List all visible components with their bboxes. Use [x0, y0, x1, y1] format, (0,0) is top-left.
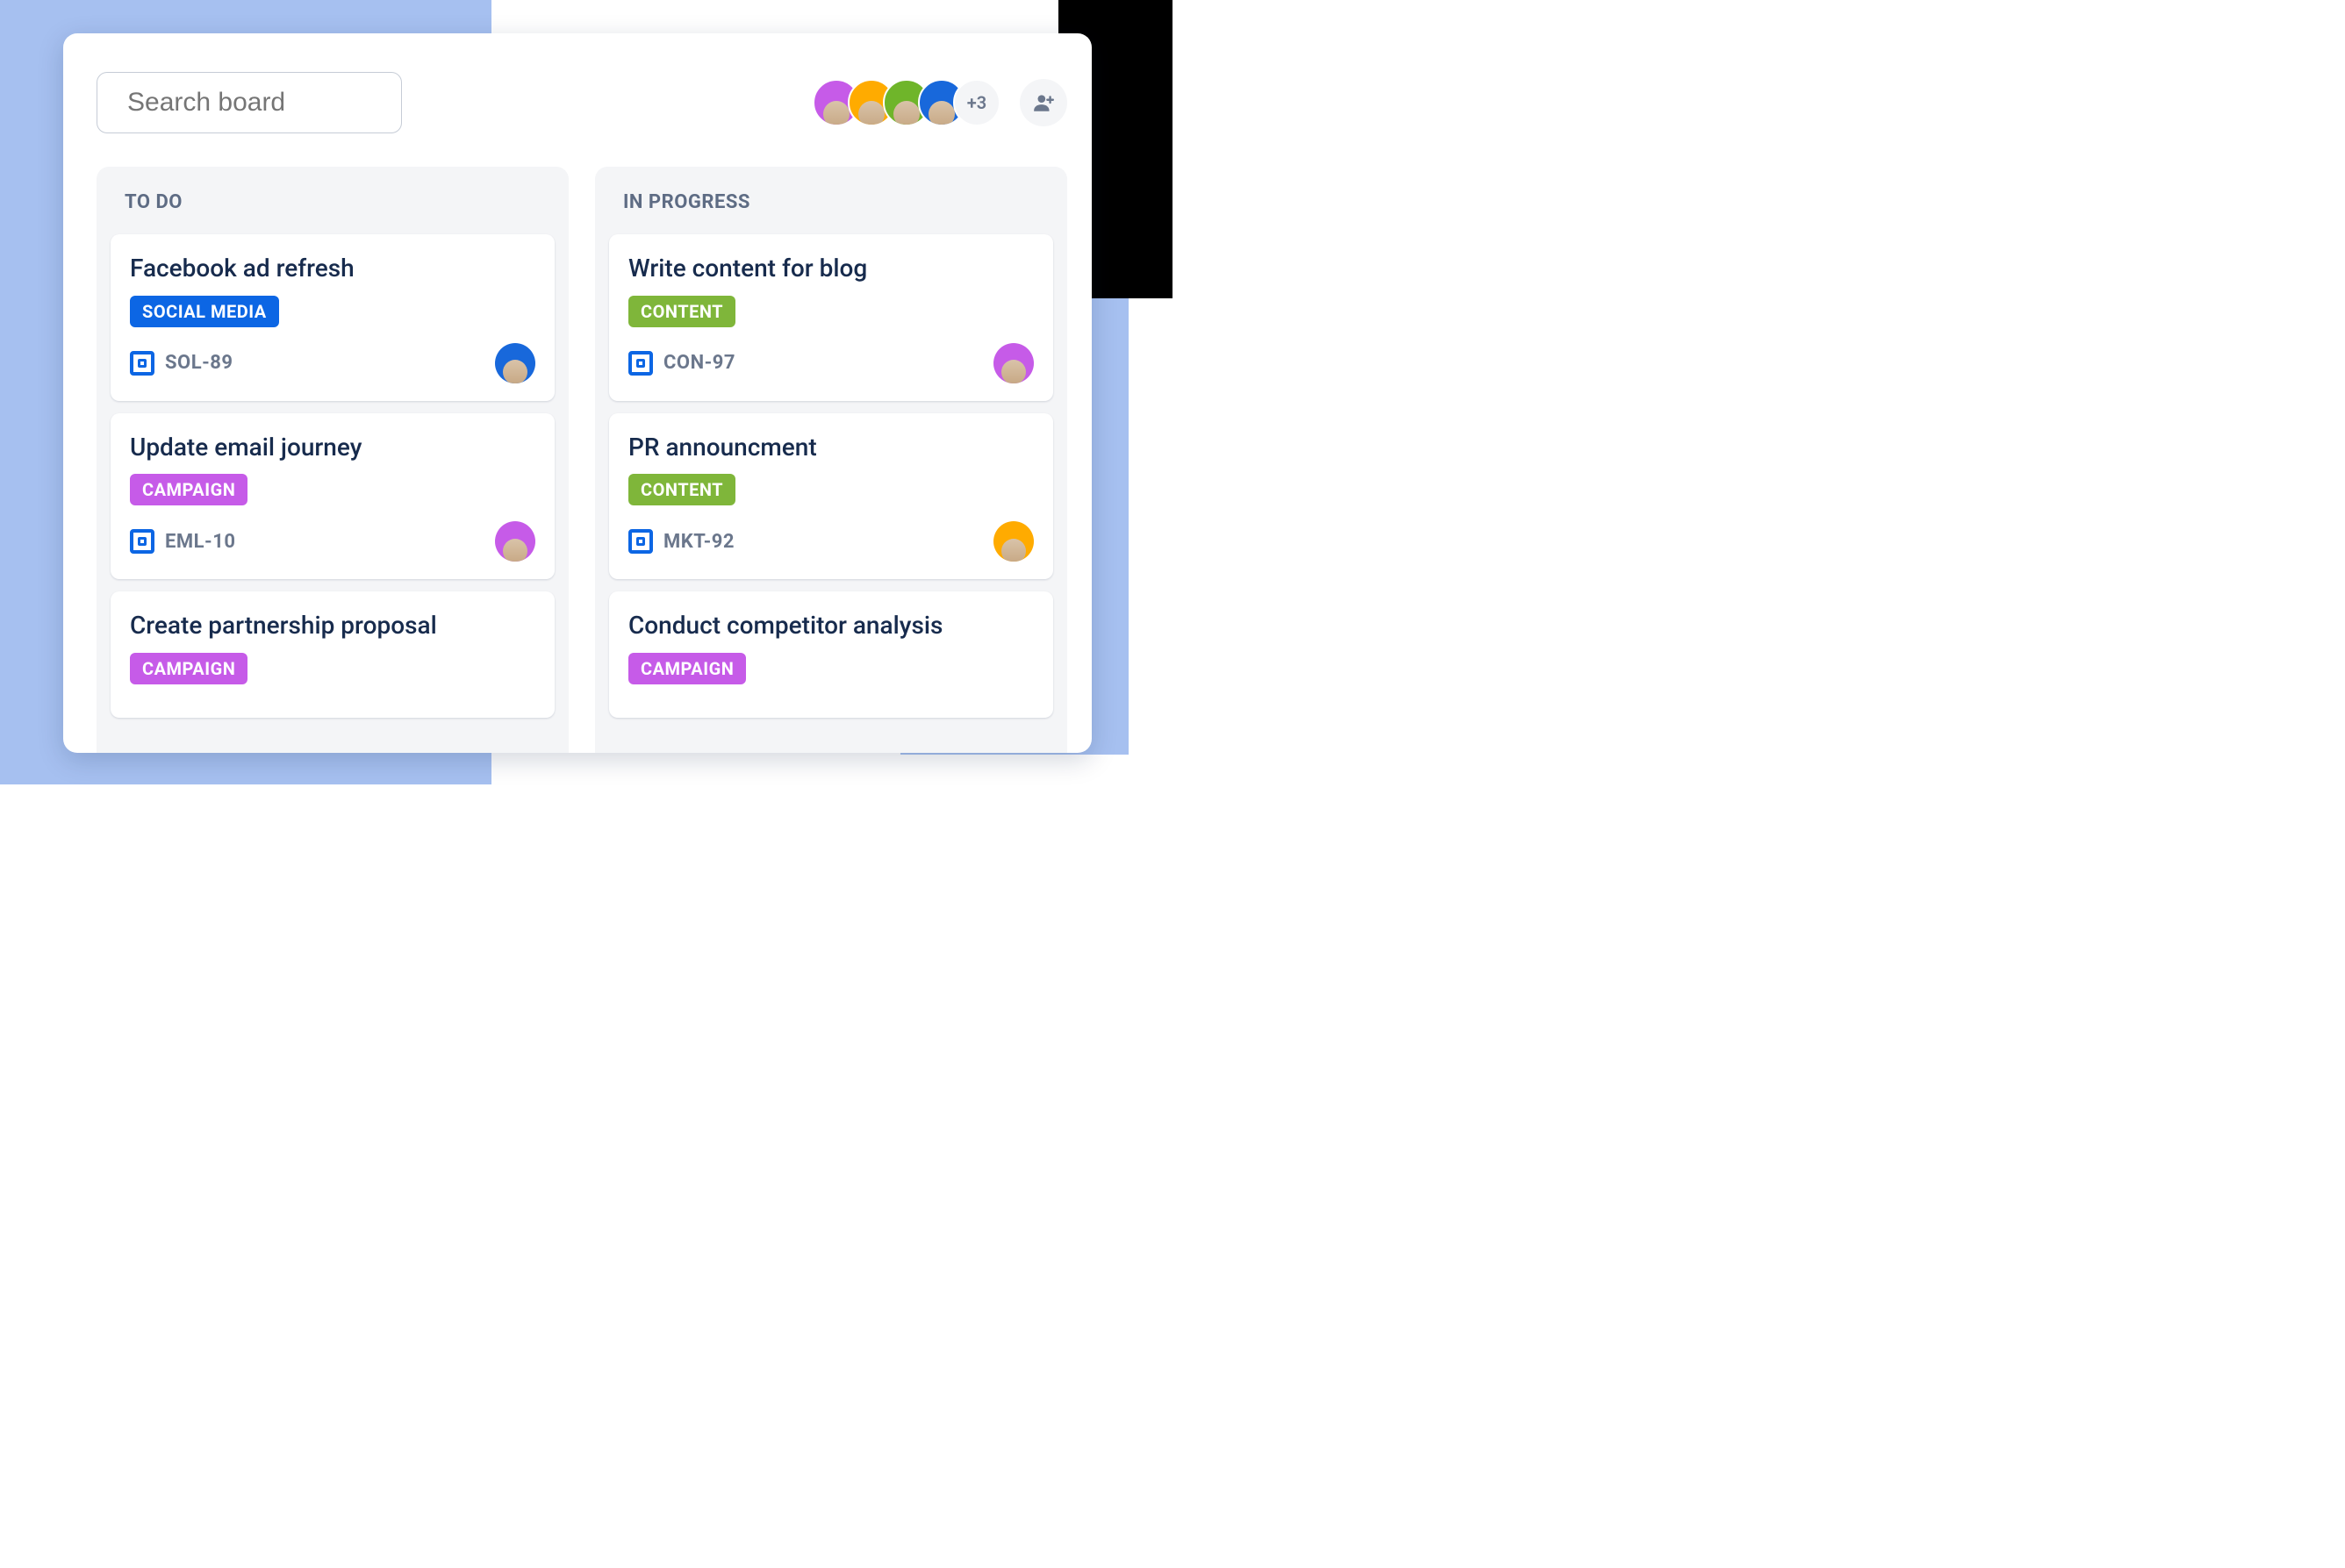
toolbar-right: +3 — [813, 79, 1067, 126]
add-user-button[interactable] — [1020, 79, 1067, 126]
add-user-icon — [1032, 91, 1055, 114]
board-column: IN PROGRESS Write content for blog CONTENT… — [595, 167, 1067, 753]
card-assignee-avatar[interactable] — [993, 343, 1034, 383]
card-title: PR announcment — [628, 433, 1034, 462]
card-title: Conduct competitor analysis — [628, 611, 1034, 641]
board-card[interactable]: Update email journey CAMPAIGN EML-10 — [111, 413, 555, 580]
card-assignee-avatar[interactable] — [993, 521, 1034, 562]
avatar-stack[interactable]: +3 — [813, 79, 1000, 126]
card-footer: CON-97 — [628, 343, 1034, 383]
column-title: TO DO — [111, 191, 555, 213]
card-id: SOL-89 — [165, 352, 233, 374]
task-type-icon — [628, 351, 653, 376]
card-title: Write content for blog — [628, 254, 1034, 283]
card-title: Facebook ad refresh — [130, 254, 535, 283]
card-id: MKT-92 — [663, 531, 735, 553]
card-tag: CAMPAIGN — [628, 653, 746, 684]
board-card[interactable]: Conduct competitor analysis CAMPAIGN — [609, 591, 1053, 718]
task-type-icon — [130, 529, 154, 554]
board-window: +3 TO DO Facebook ad refresh SOCIAL MEDIA S… — [63, 33, 1092, 753]
board-column: TO DO Facebook ad refresh SOCIAL MEDIA SOL-… — [97, 167, 569, 753]
card-tag: CAMPAIGN — [130, 653, 247, 684]
card-footer: MKT-92 — [628, 521, 1034, 562]
avatar-overflow[interactable]: +3 — [953, 79, 1000, 126]
card-assignee-avatar[interactable] — [495, 343, 535, 383]
search-input[interactable] — [127, 88, 466, 118]
card-tag: CONTENT — [628, 296, 735, 327]
board-columns: TO DO Facebook ad refresh SOCIAL MEDIA SOL-… — [97, 167, 1067, 753]
card-footer: EML-10 — [130, 521, 535, 562]
column-title: IN PROGRESS — [609, 191, 1053, 213]
card-title: Create partnership proposal — [130, 611, 535, 641]
card-tag: CONTENT — [628, 474, 735, 505]
board-card[interactable]: PR announcment CONTENT MKT-92 — [609, 413, 1053, 580]
search-field[interactable] — [97, 72, 402, 133]
card-id: EML-10 — [165, 531, 235, 553]
board-card[interactable]: Facebook ad refresh SOCIAL MEDIA SOL-89 — [111, 234, 555, 401]
board-card[interactable]: Write content for blog CONTENT CON-97 — [609, 234, 1053, 401]
task-type-icon — [130, 351, 154, 376]
card-assignee-avatar[interactable] — [495, 521, 535, 562]
task-type-icon — [628, 529, 653, 554]
topbar: +3 — [97, 72, 1067, 133]
card-tag: CAMPAIGN — [130, 474, 247, 505]
card-id: CON-97 — [663, 352, 735, 374]
board-card[interactable]: Create partnership proposal CAMPAIGN — [111, 591, 555, 718]
card-footer: SOL-89 — [130, 343, 535, 383]
card-tag: SOCIAL MEDIA — [130, 296, 279, 327]
card-title: Update email journey — [130, 433, 535, 462]
